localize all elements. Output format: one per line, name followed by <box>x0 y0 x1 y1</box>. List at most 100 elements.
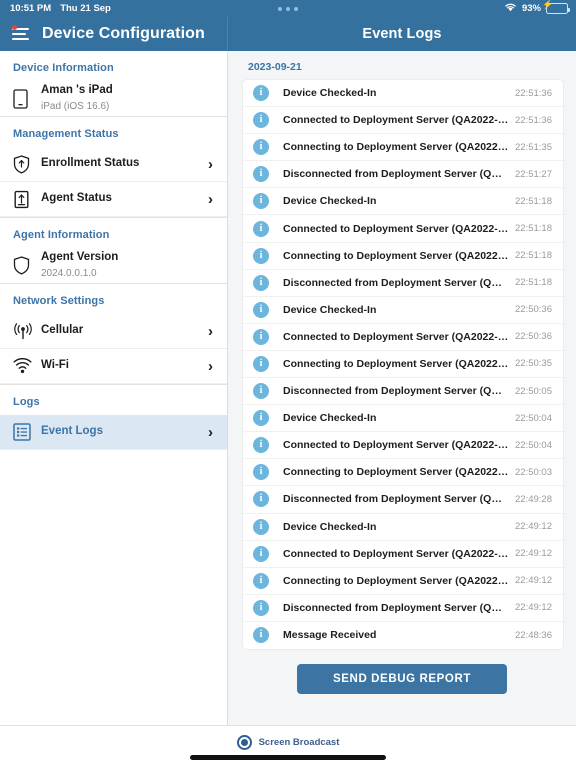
event-log-time: 22:49:12 <box>515 602 552 614</box>
sidebar-item-cellular[interactable]: Cellular › <box>0 314 227 349</box>
event-log-message: Device Checked-In <box>283 412 377 425</box>
event-log-row[interactable]: i Connecting to Deployment Server (QA2022… <box>243 351 563 379</box>
event-log-row[interactable]: i Disconnected from Deployment Server (QA… <box>243 270 563 297</box>
screen-broadcast-indicator[interactable]: Screen Broadcast <box>0 735 576 750</box>
event-log-time: 22:50:04 <box>515 439 552 451</box>
sidebar-section-device-information: Device Information Aman 's iPad iPad (iO… <box>0 51 227 116</box>
event-log-time: 22:51:18 <box>515 195 552 207</box>
sidebar-item-label: Aman 's iPad <box>41 83 113 96</box>
sidebar-item-wifi[interactable]: Wi-Fi › <box>0 349 227 384</box>
event-log-row[interactable]: i Disconnected from Deployment Server (QA… <box>243 595 563 622</box>
info-icon: i <box>253 437 269 454</box>
bolt-glyph: ⚡ <box>542 0 554 10</box>
info-icon: i <box>253 464 269 481</box>
sidebar-section-title: Management Status <box>13 128 119 140</box>
event-log-message: Connecting to Deployment Server (QA2022… <box>283 466 509 479</box>
event-log-row[interactable]: i Device Checked-In 22:51:18 <box>243 188 563 216</box>
info-icon: i <box>253 85 269 102</box>
sidebar-item-sublabel: iPad (iOS 16.6) <box>41 100 110 112</box>
event-log-message: Disconnected from Deployment Server (QA… <box>283 168 510 181</box>
event-log-message: Disconnected from Deployment Server (QA… <box>283 276 510 289</box>
event-log-time: 22:51:18 <box>515 277 552 289</box>
sidebar-item-label: Event Logs <box>41 425 103 438</box>
title-bar-right: Event Logs <box>228 17 576 51</box>
event-log-message: Connected to Deployment Server (QA2022-… <box>283 330 509 343</box>
event-log-row[interactable]: i Connecting to Deployment Server (QA2022… <box>243 134 563 162</box>
info-icon: i <box>253 112 269 129</box>
event-log-row[interactable]: i Device Checked-In 22:50:36 <box>243 297 563 324</box>
list-icon <box>13 423 41 441</box>
sidebar-section-title: Device Information <box>13 62 114 74</box>
event-log-message: Connecting to Deployment Server (QA2022… <box>283 574 509 587</box>
event-logs-panel: 2023-09-21 i Device Checked-In 22:51:36 i Co… <box>228 51 576 725</box>
sidebar[interactable]: Device Information Aman 's iPad iPad (iO… <box>0 51 228 725</box>
event-log-time: 22:49:12 <box>515 575 552 587</box>
event-log-message: Device Checked-In <box>283 195 377 208</box>
notification-badge-dot <box>12 24 17 30</box>
sidebar-item-device[interactable]: Aman 's iPad iPad (iOS 16.6) <box>0 81 227 116</box>
info-icon: i <box>253 166 269 183</box>
event-log-row[interactable]: i Device Checked-In 22:51:36 <box>243 80 563 108</box>
hamburger-menu-icon[interactable] <box>12 24 29 41</box>
event-log-row[interactable]: i Connected to Deployment Server (QA2022-… <box>243 107 563 135</box>
event-log-row[interactable]: i Connecting to Deployment Server (QA2022… <box>243 243 563 270</box>
event-log-row[interactable]: i Device Checked-In 22:49:12 <box>243 514 563 541</box>
sidebar-item-label: Cellular <box>41 324 84 337</box>
sidebar-item-agent-status[interactable]: Agent Status › <box>0 182 227 217</box>
sidebar-item-agent-version[interactable]: Agent Version 2024.0.0.1.0 <box>0 248 227 283</box>
info-icon: i <box>253 139 269 156</box>
event-log-row[interactable]: i Connected to Deployment Server (QA2022-… <box>243 432 563 460</box>
event-log-message: Disconnected from Deployment Server (QA… <box>283 493 510 506</box>
screen-broadcast-label: Screen Broadcast <box>258 737 340 748</box>
info-icon: i <box>253 301 269 318</box>
bottom-bar: Screen Broadcast <box>0 725 576 768</box>
info-icon: i <box>253 247 269 264</box>
event-log-time: 22:51:36 <box>515 87 552 99</box>
chevron-right-icon: › <box>208 322 213 340</box>
wifi-icon <box>13 358 41 374</box>
send-debug-report-button[interactable]: SEND DEBUG REPORT <box>297 663 507 694</box>
event-log-time: 22:51:36 <box>515 114 552 126</box>
event-log-message: Connecting to Deployment Server (QA2022… <box>283 141 509 154</box>
info-icon: i <box>253 599 269 616</box>
box-up-arrow-icon <box>13 190 41 209</box>
send-debug-report-wrap: SEND DEBUG REPORT <box>228 650 576 694</box>
event-log-time: 22:49:12 <box>515 548 552 560</box>
event-log-time: 22:50:05 <box>515 385 552 397</box>
event-log-row[interactable]: i Device Checked-In 22:50:04 <box>243 405 563 433</box>
screen-broadcast-icon <box>236 735 252 750</box>
sidebar-item-label: Wi-Fi <box>41 359 69 372</box>
event-log-message: Connected to Deployment Server (QA2022-… <box>283 222 509 235</box>
page-title: Device Configuration <box>42 25 205 42</box>
status-bar-right: 93% ⚡ <box>504 0 570 15</box>
info-icon: i <box>253 220 269 237</box>
event-log-time: 22:49:28 <box>515 493 552 505</box>
info-icon: i <box>253 410 269 427</box>
ipad-screen: 10:51 PM Thu 21 Sep 93% ⚡ Device Configu… <box>0 0 576 768</box>
event-log-row[interactable]: i Connecting to Deployment Server (QA2022… <box>243 459 563 487</box>
sidebar-section-title: Agent Information <box>13 229 110 241</box>
event-log-row[interactable]: i Connected to Deployment Server (QA2022-… <box>243 324 563 351</box>
event-log-row[interactable]: i Message Received 22:48:36 <box>243 622 563 649</box>
home-indicator[interactable] <box>190 755 386 760</box>
event-log-message: Connected to Deployment Server (QA2022-… <box>283 547 509 560</box>
event-log-time: 22:50:03 <box>515 466 552 478</box>
event-log-row[interactable]: i Disconnected from Deployment Server (QA… <box>243 161 563 189</box>
cellular-icon <box>13 322 41 340</box>
chevron-right-icon: › <box>208 423 213 441</box>
three-dots-icon[interactable] <box>278 6 298 11</box>
info-icon: i <box>253 518 269 535</box>
event-log-row[interactable]: i Connected to Deployment Server (QA2022-… <box>243 541 563 568</box>
event-log-row[interactable]: i Disconnected from Deployment Server (QA… <box>243 378 563 406</box>
info-icon: i <box>253 328 269 345</box>
event-log-row[interactable]: i Disconnected from Deployment Server (QA… <box>243 486 563 514</box>
sidebar-item-sublabel: 2024.0.0.1.0 <box>41 267 97 279</box>
sidebar-item-event-logs[interactable]: Event Logs › <box>0 415 227 450</box>
event-log-list[interactable]: i Device Checked-In 22:51:36 i Connected to … <box>242 79 564 650</box>
event-log-row[interactable]: i Connected to Deployment Server (QA2022-… <box>243 215 563 243</box>
event-log-message: Connecting to Deployment Server (QA2022… <box>283 249 509 262</box>
event-log-message: Disconnected from Deployment Server (QA… <box>283 601 510 614</box>
sidebar-item-enrollment-status[interactable]: Enrollment Status › <box>0 147 227 182</box>
event-log-row[interactable]: i Connecting to Deployment Server (QA2022… <box>243 568 563 595</box>
event-log-time: 22:49:12 <box>515 521 552 533</box>
